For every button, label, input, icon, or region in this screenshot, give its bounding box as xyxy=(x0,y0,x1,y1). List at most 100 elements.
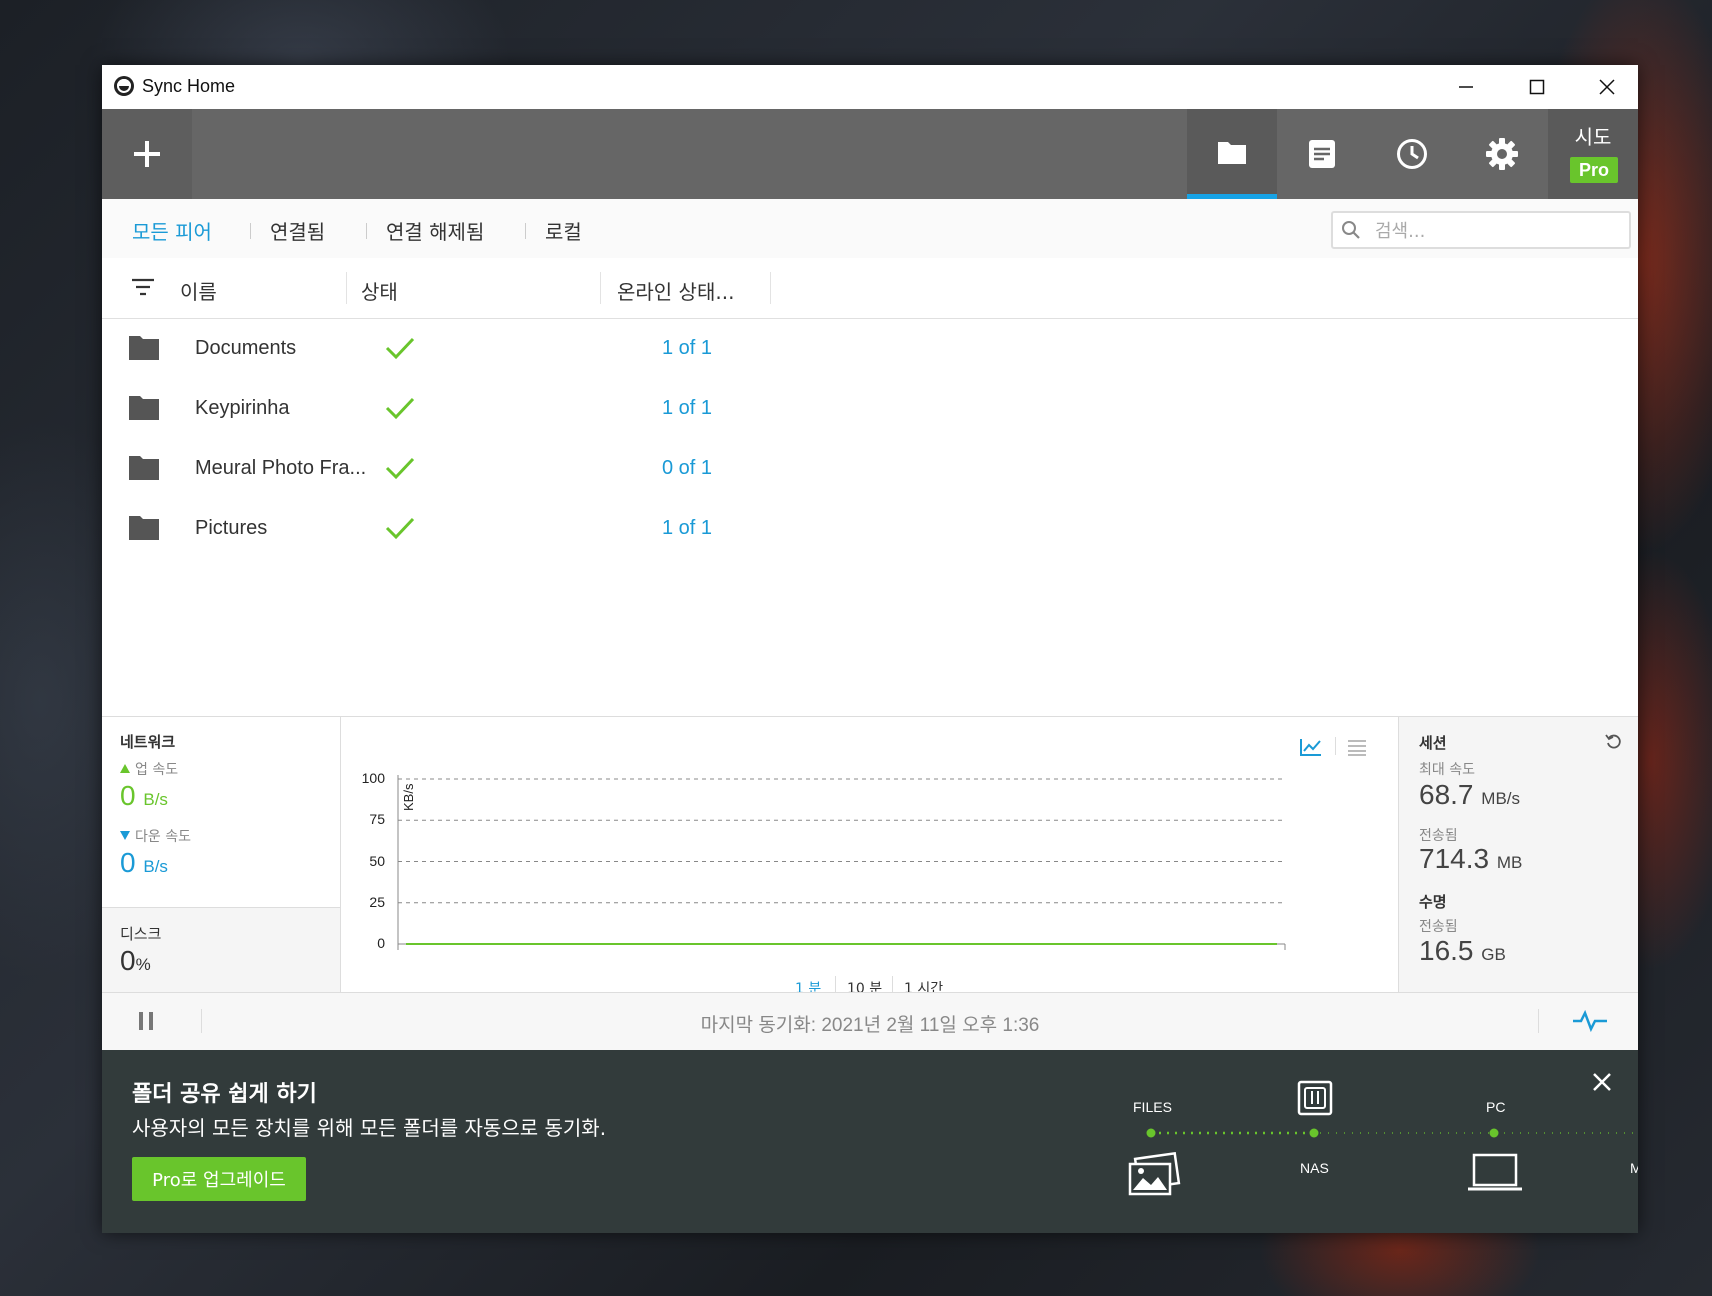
peer-filter-tabs: 모든 피어 연결됨 연결 해제됨 로컬 xyxy=(102,199,1638,259)
folders-tab-button[interactable] xyxy=(1187,109,1277,199)
pro-badge[interactable]: Pro xyxy=(1570,157,1618,183)
plus-icon xyxy=(134,141,160,167)
maximize-button[interactable] xyxy=(1502,65,1572,109)
sort-filter-icon[interactable] xyxy=(132,278,154,296)
upload-speed-value: 0 B/s xyxy=(120,780,168,811)
folder-name: Keypirinha xyxy=(195,397,290,419)
y-tick-label: 100 xyxy=(361,770,385,786)
recent-activity-button[interactable] xyxy=(1367,109,1457,199)
diagram-label-files: FILES xyxy=(1133,1099,1172,1115)
nas-icon xyxy=(1297,1080,1333,1116)
tab-all-peers[interactable]: 모든 피어 xyxy=(132,216,212,245)
minimize-icon xyxy=(1459,86,1473,88)
table-row[interactable]: Keypirinha 1 of 1 xyxy=(102,379,1638,439)
session-transferred-label: 전송됨 xyxy=(1419,828,1458,844)
folder-name: Documents xyxy=(195,337,297,359)
folder-icon xyxy=(129,516,159,540)
column-header-name[interactable]: 이름 xyxy=(180,276,217,305)
table-row[interactable]: Documents 1 of 1 xyxy=(102,319,1638,379)
promo-banner: 폴더 공유 쉽게 하기 사용자의 모든 장치를 위해 모든 폴더를 자동으로 동… xyxy=(102,1050,1638,1233)
settings-button[interactable] xyxy=(1457,109,1547,199)
status-bar: 마지막 동기화: 2021년 2월 11일 오후 1:36 xyxy=(102,992,1638,1050)
tab-local[interactable]: 로컬 xyxy=(545,216,582,245)
laptop-icon xyxy=(1468,1153,1522,1191)
title-bar: Sync Home xyxy=(102,65,1638,109)
upgrade-to-pro-button[interactable]: Pro로 업그레이드 xyxy=(132,1157,306,1201)
checkmark-icon xyxy=(385,517,415,540)
add-folder-button[interactable] xyxy=(102,109,192,199)
lifetime-transferred-value: 16.5 GB xyxy=(1419,935,1506,966)
max-speed-value: 68.7 MB/s xyxy=(1419,779,1521,810)
lifetime-transferred-label: 전송됨 xyxy=(1419,919,1458,935)
search-box xyxy=(1331,211,1631,249)
online-peers-link[interactable]: 1 of 1 xyxy=(662,337,712,360)
table-header: 이름 상태 온라인 상태... xyxy=(102,258,1638,319)
network-section: 네트워크 업 속도 0 B/s 다운 속도 0 B/s xyxy=(102,717,341,908)
reset-icon[interactable] xyxy=(1605,733,1623,751)
search-input[interactable] xyxy=(1373,217,1617,245)
search-icon xyxy=(1342,221,1360,239)
download-speed-label: 다운 속도 xyxy=(135,829,191,845)
column-divider xyxy=(346,272,347,304)
folder-icon xyxy=(129,456,159,480)
column-header-status[interactable]: 상태 xyxy=(361,276,398,305)
last-sync-status: 마지막 동기화: 2021년 2월 11일 오후 1:36 xyxy=(700,1015,1040,1036)
tab-connected[interactable]: 연결됨 xyxy=(270,216,325,245)
activity-pulse-icon[interactable] xyxy=(1572,1010,1608,1032)
checkmark-icon xyxy=(385,397,415,420)
column-header-online[interactable]: 온라인 상태... xyxy=(617,276,734,305)
chart-plot: KB/s xyxy=(397,775,1286,950)
online-peers-link[interactable]: 1 of 1 xyxy=(662,517,712,540)
checkmark-icon xyxy=(385,457,415,480)
minimize-button[interactable] xyxy=(1431,65,1501,109)
download-arrow-icon xyxy=(120,831,130,840)
column-divider xyxy=(600,272,601,304)
transfer-chart: KB/s 100 75 50 25 0 1 분 10 분 1 시간 xyxy=(341,717,1397,997)
close-icon xyxy=(1599,79,1615,95)
promo-subtitle: 사용자의 모든 장치를 위해 모든 폴더를 자동으로 동기화. xyxy=(132,1116,607,1140)
tab-divider xyxy=(525,223,526,239)
lifetime-title: 수명 xyxy=(1419,893,1447,911)
disk-title: 디스크 xyxy=(120,925,162,943)
app-logo-icon xyxy=(114,76,134,96)
app-window: Sync Home 시도 Pro 모든 피어 연결됨 연결 해제됨 로컬 검색.… xyxy=(102,65,1638,1233)
maximize-icon xyxy=(1529,79,1545,95)
y-tick-label: 0 xyxy=(377,935,385,951)
table-row[interactable]: Pictures 1 of 1 xyxy=(102,499,1638,559)
max-speed-label: 최대 속도 xyxy=(1419,762,1475,778)
disk-section: 디스크 0% xyxy=(102,908,341,993)
gear-icon xyxy=(1486,138,1518,170)
download-speed-value: 0 B/s xyxy=(120,847,168,878)
session-transferred-value: 714.3 MB xyxy=(1419,843,1523,874)
y-tick-label: 50 xyxy=(369,852,385,869)
history-log-button[interactable] xyxy=(1277,109,1367,199)
close-window-button[interactable] xyxy=(1572,65,1638,109)
folder-name: Pictures xyxy=(195,517,268,539)
user-account-button[interactable]: 시도 Pro xyxy=(1548,109,1638,199)
checkmark-icon xyxy=(385,337,415,360)
promo-title: 폴더 공유 쉽게 하기 xyxy=(132,1082,317,1107)
tab-disconnected[interactable]: 연결 해제됨 xyxy=(386,216,484,245)
online-peers-link[interactable]: 1 of 1 xyxy=(662,397,712,420)
user-name: 시도 xyxy=(1574,125,1612,149)
diagram-label-pc: PC xyxy=(1486,1099,1506,1115)
online-peers-link[interactable]: 0 of 1 xyxy=(662,457,712,480)
y-tick-label: 75 xyxy=(369,811,385,828)
diagram-label-nas: NAS xyxy=(1300,1160,1329,1176)
folder-icon xyxy=(129,336,159,360)
photos-icon xyxy=(1128,1152,1181,1196)
disk-usage-value: 0% xyxy=(120,945,151,976)
table-row[interactable]: Meural Photo Fra... 0 of 1 xyxy=(102,439,1638,499)
column-divider xyxy=(770,272,771,304)
window-title: Sync Home xyxy=(142,76,236,96)
network-title: 네트워크 xyxy=(120,733,176,751)
y-tick-label: 25 xyxy=(369,893,385,910)
folder-icon xyxy=(129,396,159,420)
session-title: 세션 xyxy=(1419,734,1447,752)
session-section: 세션 최대 속도 68.7 MB/s 전송됨 714.3 MB 수명 전송됨 1… xyxy=(1398,717,1638,993)
sync-diagram xyxy=(1146,1128,1638,1138)
upload-speed-label: 업 속도 xyxy=(135,762,179,778)
tab-divider xyxy=(366,223,367,239)
folder-name: Meural Photo Fra... xyxy=(195,457,367,479)
upload-arrow-icon xyxy=(120,764,130,773)
